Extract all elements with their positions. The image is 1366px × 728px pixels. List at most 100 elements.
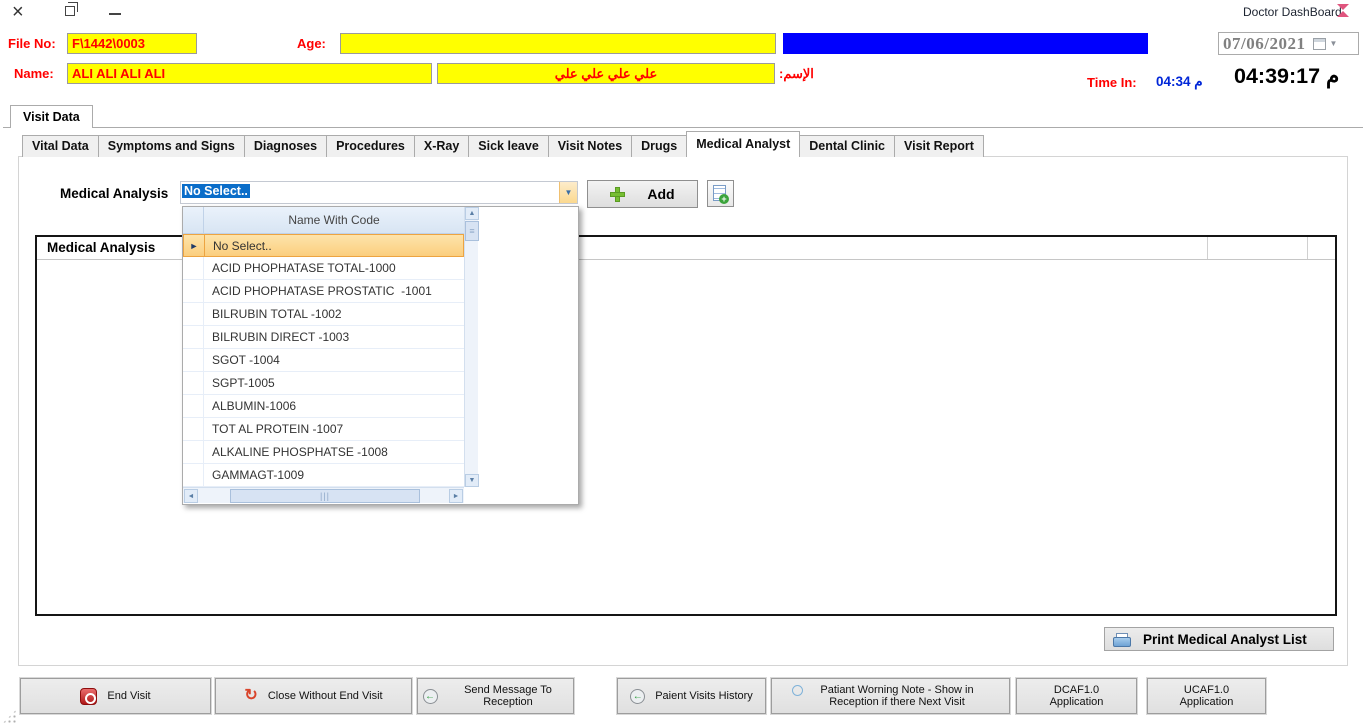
plus-icon — [610, 187, 625, 202]
tab-visit-data[interactable]: Visit Data — [10, 105, 93, 128]
close-arrow-icon: ↻ — [244, 688, 257, 704]
dropdown-item-label: BILRUBIN DIRECT -1003 — [204, 326, 464, 348]
dropdown-item-label: ALBUMIN-1006 — [204, 395, 464, 417]
tab-symptoms-and-signs[interactable]: Symptoms and Signs — [98, 135, 245, 157]
blue-field[interactable] — [783, 33, 1148, 54]
dropdown-item-label: ALKALINE PHOSPHATSE -1008 — [204, 441, 464, 463]
dropdown-row[interactable]: BILRUBIN DIRECT -1003 — [183, 326, 464, 349]
grid-header-col2 — [1207, 237, 1307, 259]
calendar-icon — [1313, 38, 1326, 50]
horizontal-scroll-thumb[interactable]: ||| — [230, 489, 420, 503]
green-arrow-icon: ← — [630, 689, 645, 704]
row-selector-cell — [183, 441, 204, 463]
ucaf1-0-application-button[interactable]: UCAF1.0 Application — [1147, 678, 1266, 714]
hourglass-icon — [1337, 4, 1350, 17]
age-field[interactable] — [340, 33, 776, 54]
tab-x-ray[interactable]: X-Ray — [414, 135, 469, 157]
dropdown-row[interactable]: SGOT -1004 — [183, 349, 464, 372]
vertical-scroll-thumb[interactable]: ≡ — [465, 221, 479, 241]
tab-vital-data[interactable]: Vital Data — [22, 135, 99, 157]
add-to-list-button[interactable] — [707, 180, 734, 207]
scroll-right-icon[interactable]: ► — [449, 489, 463, 503]
time-in-value: 04:34 م — [1156, 74, 1203, 90]
printer-icon — [1113, 633, 1129, 646]
end-visit-button[interactable]: End Visit — [20, 678, 211, 714]
clock: 04:39:17 م — [1234, 64, 1339, 89]
dropdown-row[interactable]: ACID PHOPHATASE TOTAL-1000 — [183, 257, 464, 280]
arabic-name-field[interactable]: علي علي علي علي — [437, 63, 775, 84]
paient-visits-history-button[interactable]: ←Paient Visits History — [617, 678, 766, 714]
tab-visit-notes[interactable]: Visit Notes — [548, 135, 632, 157]
row-selector-cell — [183, 280, 204, 302]
dropdown-item-label: SGPT-1005 — [204, 372, 464, 394]
dropdown-item-label: SGOT -1004 — [204, 349, 464, 371]
dropdown-row[interactable]: ►No Select.. — [183, 234, 464, 257]
inner-tabs: Vital DataSymptoms and SignsDiagnosesPro… — [22, 131, 983, 157]
name-field[interactable]: ALI ALI ALI ALI — [67, 63, 432, 84]
scroll-up-icon[interactable]: ▲ — [465, 207, 479, 220]
analysis-combobox[interactable]: No Select.. ▼ — [180, 181, 578, 204]
row-selector-cell — [183, 418, 204, 440]
close-icon[interactable]: × — [12, 3, 24, 21]
dropdown-row[interactable]: GAMMAGT-1009 — [183, 464, 464, 487]
footer-button-label: Close Without End Visit — [268, 690, 383, 702]
print-medical-analyst-list-button[interactable]: Print Medical Analyst List — [1104, 627, 1334, 651]
tab-visit-report[interactable]: Visit Report — [894, 135, 984, 157]
row-selector-cell — [183, 303, 204, 325]
chevron-down-icon: ▼ — [565, 188, 573, 197]
dropdown-row[interactable]: SGPT-1005 — [183, 372, 464, 395]
restore-icon[interactable] — [65, 6, 75, 16]
print-button-label: Print Medical Analyst List — [1143, 632, 1307, 647]
time-in-label: Time In: — [1087, 75, 1137, 90]
date-picker[interactable]: 07/06/2021 ▼ — [1218, 32, 1359, 55]
dropdown-row[interactable]: ALKALINE PHOSPHATSE -1008 — [183, 441, 464, 464]
dropdown-item-label: ACID PHOPHATASE PROSTATIC -1001 — [204, 280, 464, 302]
green-arrow-icon: ← — [423, 689, 438, 704]
footer-button-label: Patiant Worning Note - Show in Reception… — [805, 684, 990, 708]
file-no-label: File No: — [8, 36, 56, 51]
tab-diagnoses[interactable]: Diagnoses — [244, 135, 327, 157]
date-dropdown-arrow-icon[interactable]: ▼ — [1329, 39, 1337, 48]
footer-button-label: UCAF1.0 Application — [1161, 684, 1252, 708]
dropdown-row[interactable]: BILRUBIN TOTAL -1002 — [183, 303, 464, 326]
send-message-to-reception-button[interactable]: ← Send Message To Reception — [417, 678, 574, 714]
minimize-icon[interactable] — [109, 13, 121, 15]
footer-button-label: DCAF1.0 Application — [1030, 684, 1123, 708]
dropdown-row[interactable]: TOT AL PROTEIN -1007 — [183, 418, 464, 441]
tab-drugs[interactable]: Drugs — [631, 135, 687, 157]
row-selector-cell — [183, 372, 204, 394]
tab-sick-leave[interactable]: Sick leave — [468, 135, 548, 157]
dropdown-item-label: TOT AL PROTEIN -1007 — [204, 418, 464, 440]
date-value: 07/06/2021 — [1219, 34, 1305, 54]
combobox-value: No Select.. — [181, 182, 559, 203]
dropdown-selector-header — [183, 207, 204, 233]
footer-button-label: Send Message To Reception — [448, 684, 569, 708]
dcaf1-0-application-button[interactable]: DCAF1.0 Application — [1016, 678, 1137, 714]
close-without-end-visit-button[interactable]: ↻ Close Without End Visit — [215, 678, 412, 714]
tab-procedures[interactable]: Procedures — [326, 135, 415, 157]
vertical-scrollbar[interactable]: ▲ ≡ ▼ — [464, 207, 478, 487]
dropdown-row[interactable]: ACID PHOPHATASE PROSTATIC -1001 — [183, 280, 464, 303]
footer-bar: End Visit ↻ Close Without End Visit ← Send M… — [0, 678, 1366, 714]
tab-dental-clinic[interactable]: Dental Clinic — [799, 135, 895, 157]
file-no-field[interactable]: F\1442\0003 — [67, 33, 197, 54]
row-selector-arrow-icon: ► — [184, 235, 205, 256]
combobox-dropdown-button[interactable]: ▼ — [559, 182, 577, 203]
add-list-icon — [713, 185, 726, 201]
dropdown-header-row: Name With Code — [183, 207, 464, 234]
horizontal-scrollbar[interactable]: ◄ ||| ► — [183, 487, 464, 503]
scroll-down-icon[interactable]: ▼ — [465, 474, 479, 487]
dropdown-row[interactable]: ALBUMIN-1006 — [183, 395, 464, 418]
end-visit-icon — [80, 688, 97, 705]
dropdown-header-label: Name With Code — [204, 207, 464, 233]
scroll-left-icon[interactable]: ◄ — [184, 489, 198, 503]
tab-medical-analyst[interactable]: Medical Analyst — [686, 131, 800, 157]
patiant-worning-note-show-in-reception-if-there-next-visit-button[interactable]: Patiant Worning Note - Show in Reception… — [771, 678, 1010, 714]
add-button[interactable]: Add — [587, 180, 698, 208]
info-icon — [792, 685, 803, 696]
grid-header-col3 — [1307, 237, 1335, 259]
row-selector-cell — [183, 257, 204, 279]
dropdown-item-label: GAMMAGT-1009 — [204, 464, 464, 486]
dropdown-item-label: No Select.. — [205, 235, 463, 256]
arabic-name-label: الإسم: — [779, 66, 814, 82]
